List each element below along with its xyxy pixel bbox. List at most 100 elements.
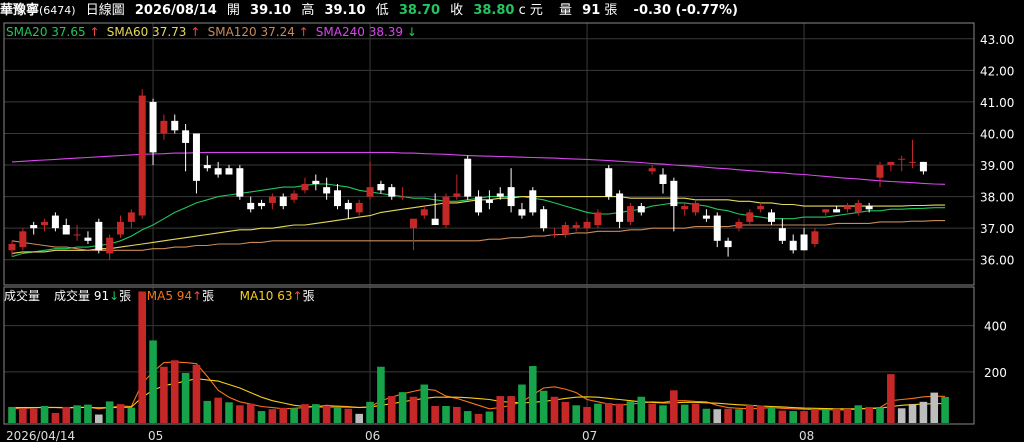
candle-body [453,193,461,197]
candle-body [355,202,363,213]
volume-bar [431,405,439,423]
volume-bar [572,405,580,423]
volume-bar [387,396,396,423]
time-tick-label: 2026/04/14 [6,429,75,442]
volume-bar [214,397,222,423]
volume-bar [778,410,787,423]
candle-body [171,120,179,131]
volume-bar [648,403,656,423]
candlesticks [8,89,927,260]
candle-body [778,228,786,241]
volume-bar [670,390,678,423]
candle-body [464,158,472,197]
time-tick-label: 07 [582,429,597,442]
candle-body [583,221,591,229]
candle-body [279,196,287,207]
legend-arrow: ↑ [190,25,200,39]
candle-body [572,225,580,229]
candle-body [95,221,103,251]
volume-bar [8,406,16,423]
candle-body [659,174,667,184]
candle-body [626,206,634,222]
time-tick-label: 08 [799,429,814,442]
candle-body [540,209,548,229]
candle-body [811,231,819,244]
volume-bar [246,403,255,423]
price-legend-item: SMA60 37.73 ↑ [107,25,201,39]
candle-body [160,120,168,134]
price-tick-label: 42.00 [980,64,1014,78]
volume-bar [257,411,266,423]
time-tick-label: 06 [365,429,380,442]
candle-body [757,206,765,210]
volume-bar [811,409,819,423]
candle-body [323,187,331,194]
volume-bar [95,414,103,423]
price-tick-label: 38.00 [980,191,1014,205]
volume-bar [691,403,700,423]
legend-unit: 張 [202,289,214,303]
price-tick-label: 43.00 [980,33,1014,47]
candle-body [247,202,255,210]
candle-body [301,183,309,191]
legend-arrow: ↑ [89,25,99,39]
candle-body [442,196,450,226]
candle-body [117,221,124,235]
candle-body [529,190,537,213]
candle-body [312,180,320,184]
volume-bar [192,364,201,423]
volume-bar [539,390,548,423]
candle-body [73,234,81,236]
volume-bar [225,402,233,423]
volume-legend-item: MA5 94↑張 [147,289,214,303]
legend-unit: 張 [303,289,315,303]
volume-bar [19,408,27,423]
volume-tick-label: 400 [984,320,1007,334]
candle-body [681,206,689,210]
candle-body [854,202,862,213]
volume-bar [941,396,949,423]
candle-body [182,130,190,143]
legend-unit: 張 [119,289,131,303]
candle-body [388,187,396,197]
candle-body [713,215,721,241]
volume-bar [51,412,60,423]
volume-bar [518,384,526,423]
volume-bar [344,408,353,423]
candle-body [344,202,352,210]
candle-body [648,168,656,172]
ma-line-sma240 [11,151,946,185]
volume-bar [713,409,722,423]
price-legend-item: SMA20 37.65 ↑ [6,25,100,39]
volume-bar [398,392,407,423]
legend-arrow: ↑ [293,289,303,303]
volume-bar [268,409,277,423]
volume-bar [420,384,429,423]
volume-bar [507,396,515,423]
volume-bar [746,405,754,423]
legend-arrow: ↓ [109,289,119,303]
candle-body [605,168,613,197]
volume-bar [409,396,418,423]
candle-body [789,240,797,251]
stock-chart: 43.00 42.00 41.00 40.00 39.00 38.00 37.00 36.00… [3,22,1014,442]
candle-body [62,225,70,235]
volume-bar [724,408,732,423]
candle-body [843,206,851,210]
volume-bar [821,409,830,423]
time-tick-label: 05 [148,429,163,442]
volume-bar [594,403,602,423]
candle-body [822,209,830,213]
candle-body [84,237,92,241]
volume-bar [637,396,646,423]
candle-body [919,161,927,172]
candle-body [475,196,483,213]
volume-bar [930,392,939,423]
volume-legend-item: 成交量 [4,288,40,303]
candle-body [637,206,645,213]
candle-body [431,218,439,226]
volume-bar [908,404,917,423]
price-legend-item: SMA120 37.24 ↑ [208,25,309,39]
volume-bar [73,405,81,423]
volume-bar [735,409,743,423]
